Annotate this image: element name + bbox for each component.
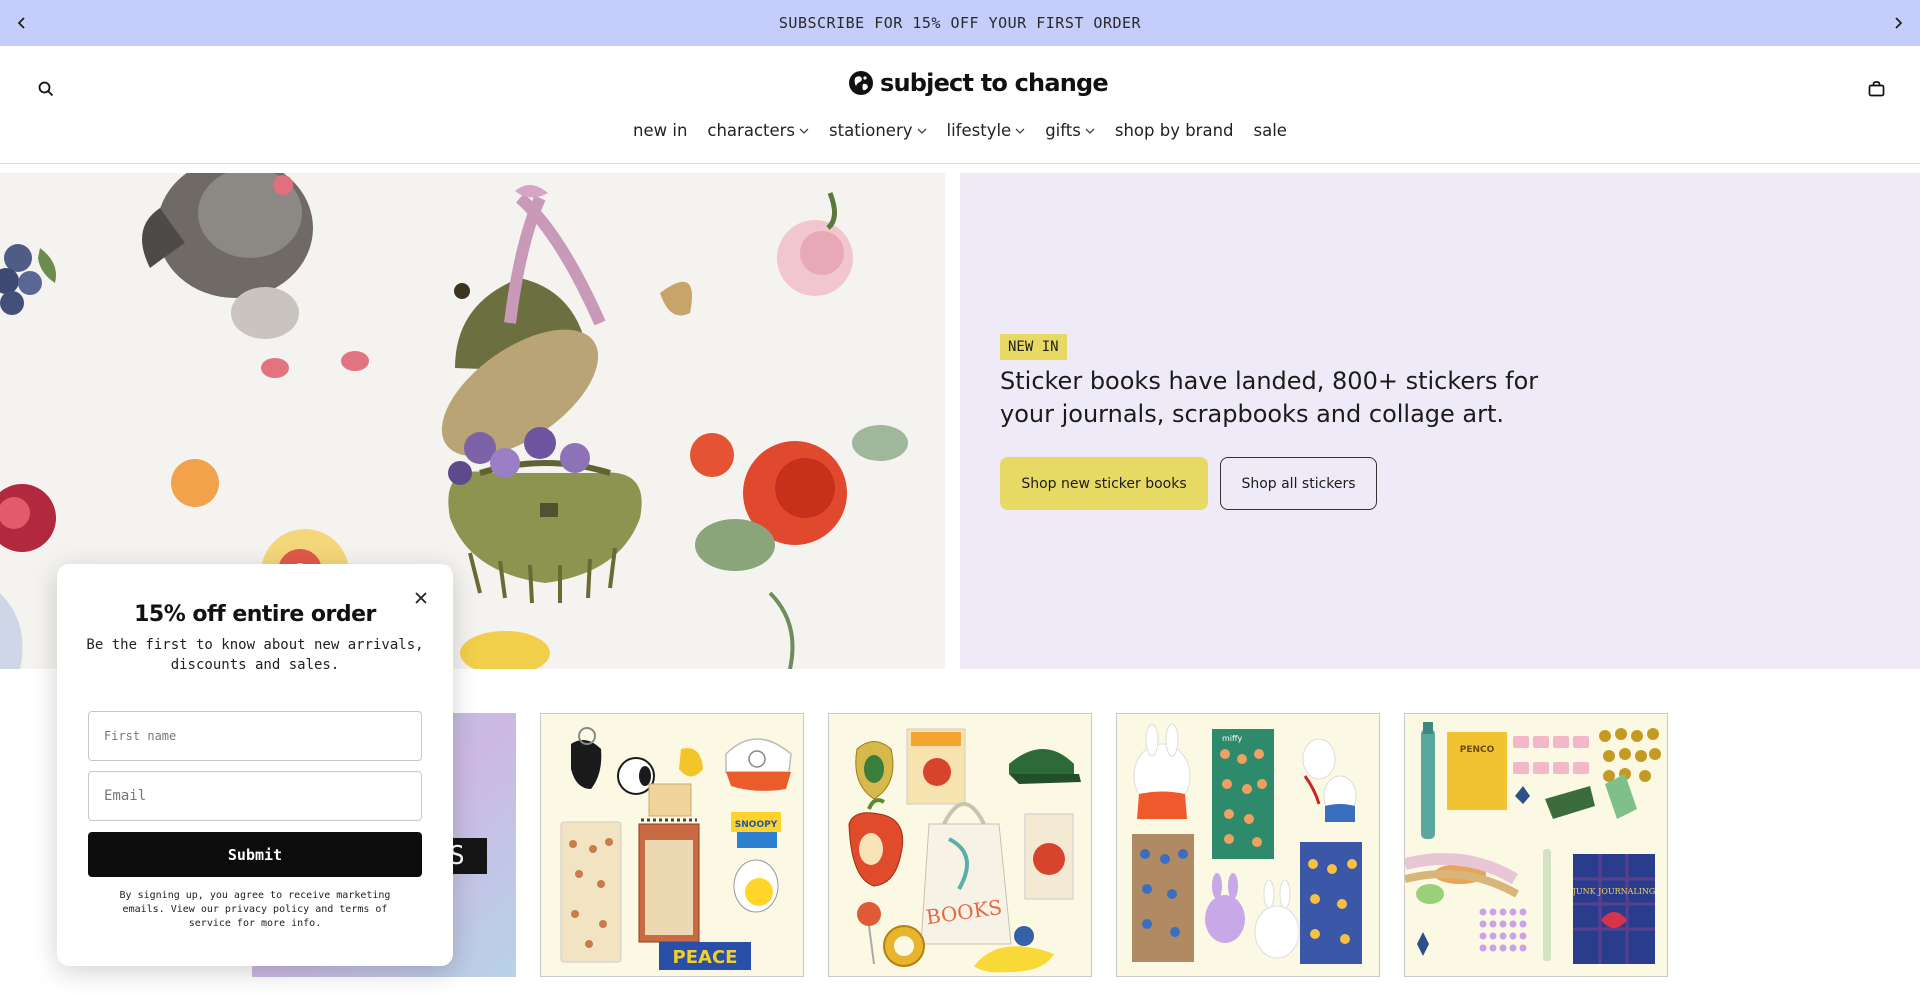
nav-item-label: new in	[633, 121, 688, 140]
submit-button[interactable]: Submit	[88, 832, 422, 877]
collection-tile-miffy[interactable]: miffy	[1116, 713, 1380, 977]
nav-item-label: stationery	[829, 121, 913, 140]
main-nav: new in characters stationery lifestyle gifts…	[0, 121, 1920, 140]
nav-item-label: shop by brand	[1114, 121, 1234, 140]
nav-item-stationery[interactable]: stationery	[829, 121, 926, 140]
collection-tile-penco[interactable]: PENCO JUNK JOURNALING	[1404, 713, 1668, 977]
nav-item-label: lifestyle	[946, 121, 1012, 140]
chevron-right-icon[interactable]	[1878, 0, 1918, 46]
nav-item-characters[interactable]: characters	[707, 121, 809, 140]
search-icon[interactable]	[34, 77, 58, 101]
peace-sign-text: PEACE	[673, 947, 738, 968]
new-in-badge: NEW IN	[1000, 334, 1067, 360]
chevron-left-icon[interactable]	[2, 0, 42, 46]
site-header: subject to change new in characters statio…	[0, 46, 1920, 164]
collection-tile-snoopy[interactable]: PEACE SNOOPY	[540, 713, 804, 977]
first-name-field[interactable]	[88, 711, 422, 761]
nav-item-lifestyle[interactable]: lifestyle	[947, 121, 1026, 140]
snoopy-products-image: PEACE SNOOPY	[560, 727, 792, 970]
hero-panel: NEW IN Sticker books have landed, 800+ s…	[960, 173, 1920, 669]
logo-text: subject to change	[880, 69, 1109, 97]
collection-tile-books[interactable]: BOOKS	[828, 713, 1092, 977]
logo[interactable]: subject to change	[848, 66, 1109, 100]
chevron-down-icon	[799, 128, 809, 134]
logo-globe-icon	[849, 71, 873, 95]
nav-item-label: gifts	[1045, 121, 1081, 140]
nav-item-gifts[interactable]: gifts	[1045, 121, 1095, 140]
penco-products-image: PENCO JUNK JOURNALING	[1405, 722, 1661, 964]
chevron-down-icon	[1085, 128, 1095, 134]
miffy-tag-text: miffy	[1222, 734, 1243, 743]
penco-tag-text: PENCO	[1460, 745, 1495, 755]
nav-item-label: characters	[707, 121, 796, 140]
shop-new-sticker-books-button[interactable]: Shop new sticker books	[1000, 457, 1208, 510]
nav-item-new-in[interactable]: new in	[633, 121, 687, 140]
nav-item-sale[interactable]: sale	[1254, 121, 1287, 140]
chevron-down-icon	[1015, 128, 1025, 134]
announcement-bar: SUBSCRIBE FOR 15% OFF YOUR FIRST ORDER	[0, 0, 1920, 46]
popup-legal-text: By signing up, you agree to receive mark…	[119, 890, 391, 929]
chevron-down-icon	[917, 128, 926, 134]
shop-all-stickers-button[interactable]: Shop all stickers	[1220, 457, 1377, 510]
books-products-image: BOOKS	[848, 728, 1081, 973]
junk-journaling-text: JUNK JOURNALING	[1572, 887, 1656, 896]
popup-subtitle: Be the first to know about new arrivals,…	[86, 637, 424, 673]
announcement-text[interactable]: SUBSCRIBE FOR 15% OFF YOUR FIRST ORDER	[779, 14, 1141, 32]
popup-title: 15% off entire order	[134, 602, 376, 627]
email-field[interactable]	[88, 771, 422, 821]
snoopy-tag-text: SNOOPY	[735, 820, 778, 830]
hero-title: Sticker books have landed, 800+ stickers…	[1000, 367, 1539, 428]
miffy-products-image: miffy	[1132, 723, 1362, 964]
cart-icon[interactable]	[1864, 77, 1888, 101]
nav-item-shop-by-brand[interactable]: shop by brand	[1115, 121, 1234, 140]
nav-item-label: sale	[1253, 121, 1287, 140]
signup-popup: 15% off entire order Be the first to kno…	[57, 564, 453, 966]
